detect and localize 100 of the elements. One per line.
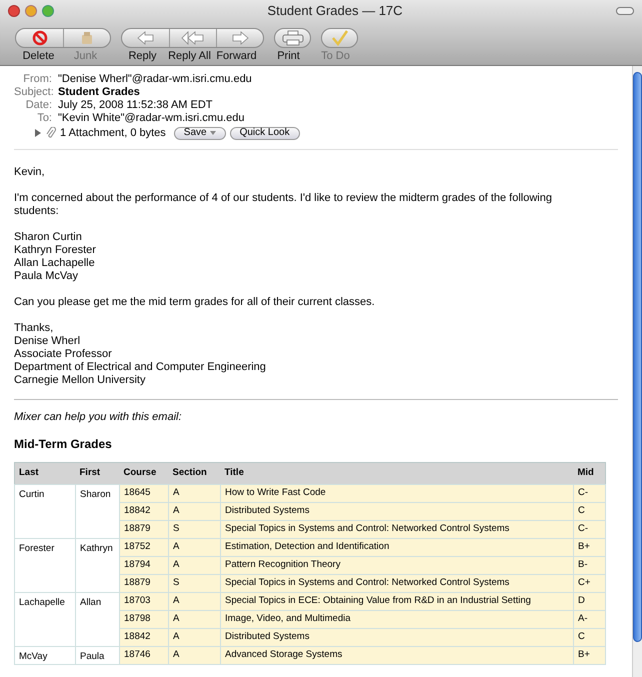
- minimize-button[interactable]: [25, 5, 37, 17]
- table-cell: B+: [574, 646, 606, 664]
- printer-icon: [282, 30, 304, 46]
- table-cell: 18879: [120, 574, 168, 592]
- mixer-note: Mixer can help you with this email:: [14, 410, 183, 425]
- header-value: "Kevin White"@radar-wm.isri.cmu.edu: [58, 111, 244, 126]
- table-cell: C: [574, 502, 606, 520]
- message-text: I'm concerned about the performance of 4 of our students. I'd like to review the midterm grades of the following students:: [14, 192, 553, 218]
- column-header: Title: [220, 462, 574, 484]
- table-cell: Advanced Storage Systems: [220, 646, 574, 664]
- table-cell: Distributed Systems: [220, 502, 574, 520]
- attachment-button[interactable]: Quick Look: [230, 126, 300, 140]
- message-text: Kevin,: [14, 166, 46, 179]
- toolbar-toggle-button[interactable]: [616, 7, 634, 15]
- column-header: Course: [120, 462, 168, 484]
- window-title: Student Grades — 17C: [266, 2, 404, 20]
- zoom-button[interactable]: [42, 5, 54, 17]
- table-cell: 18703: [120, 592, 168, 610]
- toolbar-button[interactable]: Print: [270, 48, 307, 64]
- message-text: Paula McVay: [14, 270, 79, 283]
- message-text: Allan Lachapelle: [14, 257, 96, 270]
- table-cell: Image, Video, and Multimedia: [220, 610, 574, 628]
- column-header: First: [76, 462, 120, 484]
- table-cell: D: [574, 592, 606, 610]
- table-cell: McVay: [14, 646, 76, 664]
- header-label: Date:: [24, 98, 53, 113]
- message-text: Denise Wherl: [14, 335, 82, 348]
- close-button[interactable]: [8, 5, 20, 17]
- table-cell: A: [168, 646, 220, 664]
- table-cell: 18842: [120, 502, 168, 520]
- table-cell: C-: [574, 484, 606, 502]
- table-cell: Forester: [14, 538, 76, 592]
- header-value: Student Grades: [58, 85, 140, 100]
- table-cell: S: [168, 520, 220, 538]
- table-cell: A: [168, 538, 220, 556]
- message-text: Associate Professor: [14, 348, 113, 361]
- left-arrow-icon: [136, 31, 154, 45]
- toolbar-button[interactable]: Reply All: [166, 48, 213, 64]
- table-cell: 18798: [120, 610, 168, 628]
- table-cell: Allan: [76, 592, 120, 646]
- header-value: July 25, 2008 11:52:38 AM EDT: [58, 98, 212, 113]
- attachment-summary: 1 Attachment, 0 bytes: [60, 126, 166, 141]
- table-cell: S: [168, 574, 220, 592]
- table-cell: A-: [574, 610, 606, 628]
- table-cell: C-: [574, 520, 606, 538]
- toolbar-button[interactable]: Forward: [213, 48, 260, 64]
- table-cell: A: [168, 592, 220, 610]
- toolbar-button[interactable]: Delete: [15, 48, 62, 64]
- table-cell: A: [168, 484, 220, 502]
- double-left-arrow-icon: [181, 31, 205, 45]
- table-cell: C: [574, 628, 606, 646]
- message-text: Department of Electrical and Computer Engineering: [14, 361, 267, 374]
- table-cell: A: [168, 502, 220, 520]
- header-label: To:: [36, 111, 53, 126]
- table-cell: A: [168, 610, 220, 628]
- table-cell: Pattern Recognition Theory: [220, 556, 574, 574]
- check-icon: [330, 30, 348, 46]
- table-cell: 18746: [120, 646, 168, 664]
- table-cell: Estimation, Detection and Identification: [220, 538, 574, 556]
- scrollbar[interactable]: [632, 66, 642, 677]
- table-cell: B-: [574, 556, 606, 574]
- no-entry-icon: [32, 30, 48, 46]
- table-cell: Sharon: [76, 484, 120, 538]
- caret-icon: [210, 131, 216, 135]
- table-cell: 18842: [120, 628, 168, 646]
- scroll-thumb[interactable]: [633, 72, 642, 642]
- message-text: Carnegie Mellon University: [14, 374, 146, 387]
- table-cell: 18879: [120, 520, 168, 538]
- message-text: Can you please get me the mid term grades for all of their current classes.: [14, 296, 376, 309]
- attachment-button[interactable]: Save: [174, 126, 226, 140]
- table-cell: Curtin: [14, 484, 76, 538]
- table-cell: B+: [574, 538, 606, 556]
- table-cell: Special Topics in ECE: Obtaining Value from R&D in an Industrial Setting: [220, 592, 574, 610]
- table-cell: 18752: [120, 538, 168, 556]
- header-label: Subject:: [14, 85, 55, 100]
- message-text: Kathryn Forester: [14, 244, 97, 257]
- table-cell: C+: [574, 574, 606, 592]
- right-arrow-icon: [231, 31, 249, 45]
- header-value: "Denise Wherl"@radar-wm.isri.cmu.edu: [58, 72, 252, 87]
- table-cell: Paula: [76, 646, 120, 664]
- column-header: Section: [168, 462, 220, 484]
- bag-icon: [79, 30, 95, 46]
- table-cell: Lachapelle: [14, 592, 76, 646]
- column-header: Mid: [574, 462, 606, 484]
- message-text: Sharon Curtin: [14, 231, 83, 244]
- table-cell: Special Topics in Systems and Control: Networked Control Systems: [220, 574, 574, 592]
- table-cell: A: [168, 556, 220, 574]
- paperclip-icon: [46, 127, 56, 139]
- table-cell: Kathryn: [76, 538, 120, 592]
- table-cell: 18645: [120, 484, 168, 502]
- toolbar-button[interactable]: Reply: [119, 48, 166, 64]
- table-cell: 18794: [120, 556, 168, 574]
- message-text: Thanks,: [14, 322, 54, 335]
- table-cell: Distributed Systems: [220, 628, 574, 646]
- disclosure-triangle-icon[interactable]: [34, 129, 42, 137]
- table-cell: Special Topics in Systems and Control: Networked Control Systems: [220, 520, 574, 538]
- table-cell: A: [168, 628, 220, 646]
- header-label: From:: [22, 72, 53, 87]
- table-cell: How to Write Fast Code: [220, 484, 574, 502]
- column-header: Last: [14, 462, 76, 484]
